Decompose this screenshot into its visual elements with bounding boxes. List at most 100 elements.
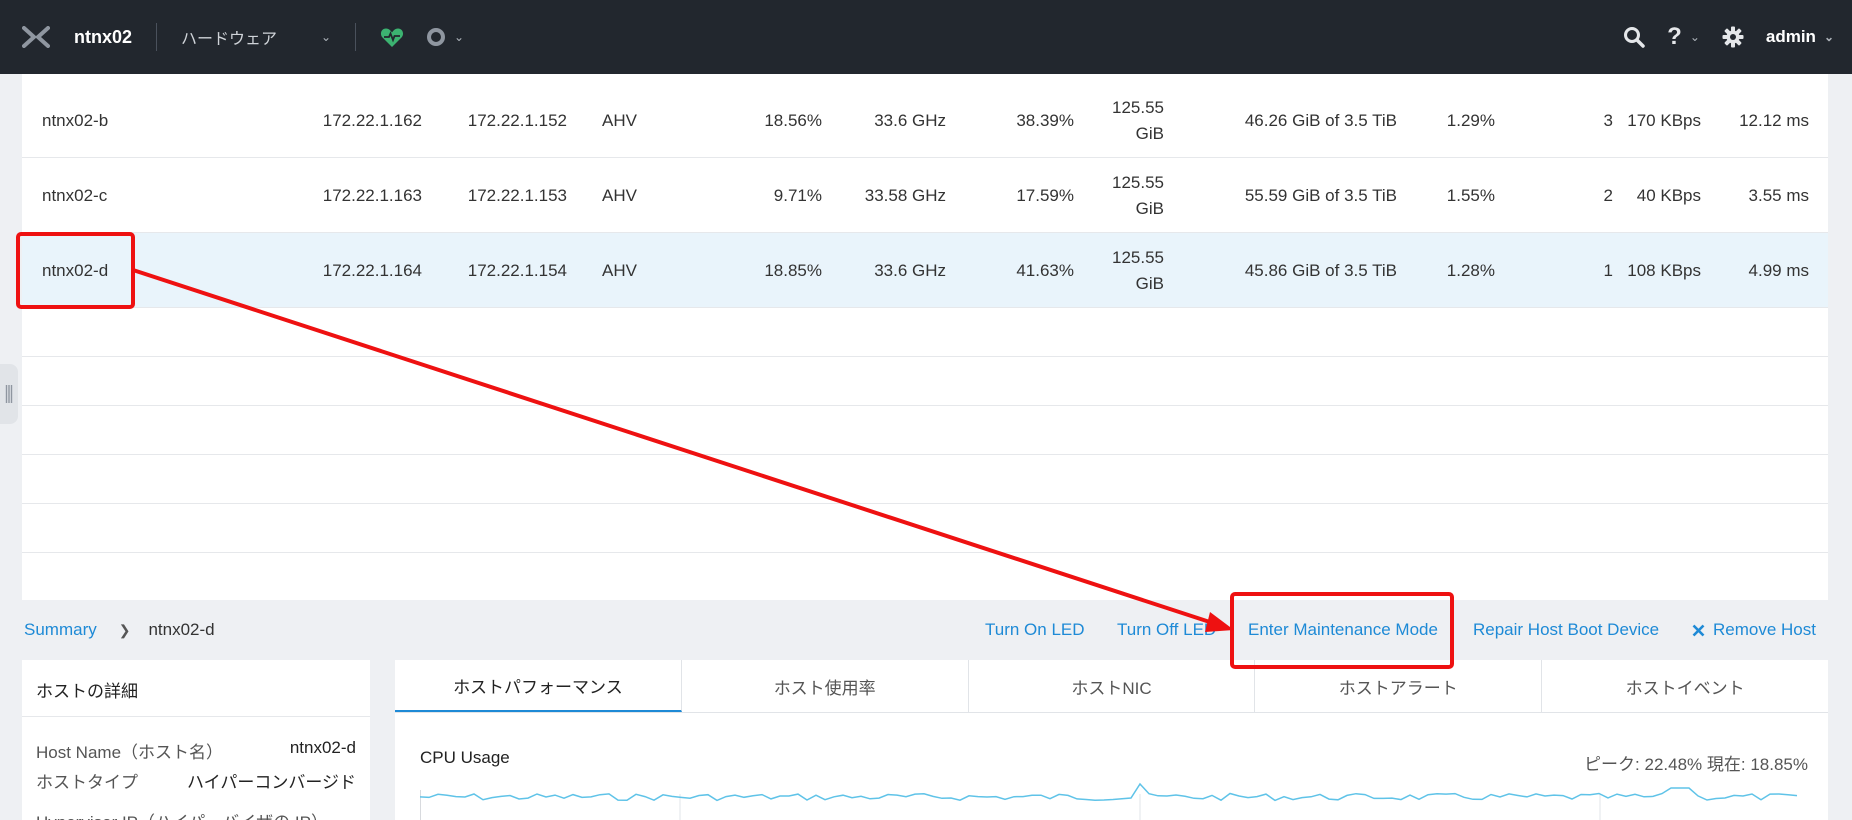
io-bandwidth-cell: 40 KBps (1636, 185, 1701, 205)
detail-row: Host Name（ホスト名） ntnx02-d (36, 738, 356, 763)
detail-key: Hypervisor IP（ハイパーバイザの IP） (36, 808, 328, 820)
cvm-ip-cell: 172.22.1.154 (467, 260, 567, 280)
storage-cell: 46.26 GiB of 3.5 TiB (1244, 110, 1397, 130)
cvm-ip-cell: 172.22.1.152 (467, 110, 567, 130)
host-name-cell[interactable]: ntnx02-c (42, 158, 107, 233)
entity-dropdown-label: ハードウェア (181, 31, 278, 48)
enter-maintenance-mode-button[interactable]: Enter Maintenance Mode (1248, 620, 1438, 640)
cvm-ip-cell: 172.22.1.153 (467, 185, 567, 205)
memory-capacity-unit: GiB (1135, 198, 1164, 218)
io-bandwidth-cell: 108 KBps (1627, 260, 1701, 280)
chevron-down-icon: ⌄ (1689, 30, 1700, 44)
table-row[interactable]: ntnx02-c 172.22.1.163 172.22.1.153 AHV 9… (22, 158, 1828, 233)
host-name-cell[interactable]: ntnx02-b (42, 83, 108, 158)
user-name: admin (1765, 27, 1816, 46)
memory-capacity-value: 125.55 (1112, 97, 1164, 117)
storage-cell: 45.86 GiB of 3.5 TiB (1244, 260, 1397, 280)
alert-status-menu[interactable]: ⌄ (426, 27, 464, 47)
help-icon: ? (1667, 23, 1682, 50)
memory-capacity-unit: GiB (1135, 123, 1164, 143)
tab-host-events[interactable]: ホストイベント (1542, 660, 1828, 712)
side-panel-handle[interactable] (0, 364, 18, 424)
repair-host-boot-device-button[interactable]: Repair Host Boot Device (1473, 620, 1659, 640)
vm-count-cell: 3 (1603, 110, 1613, 130)
chevron-down-icon: ⌄ (320, 30, 332, 44)
breadcrumb-current: ntnx02-d (148, 620, 215, 639)
detail-key: Host Name（ホスト名） (36, 743, 224, 762)
cluster-name[interactable]: ntnx02 (74, 27, 132, 48)
latency-cell: 12.12 ms (1739, 110, 1809, 130)
cpu-capacity-cell: 33.6 GHz (874, 110, 946, 130)
memory-capacity-value: 125.55 (1112, 172, 1164, 192)
turn-on-led-button[interactable]: Turn On LED (985, 620, 1085, 640)
memory-usage-cell: 17.59% (1016, 185, 1074, 205)
alert-circle-icon (427, 28, 446, 46)
cpu-usage-cell: 9.71% (773, 185, 822, 205)
empty-row (22, 308, 1828, 357)
help-menu[interactable]: ? ⌄ (1667, 23, 1700, 51)
memory-capacity-cell: 125.55 GiB (1112, 83, 1164, 158)
nutanix-logo-icon[interactable] (18, 19, 54, 55)
cpu-usage-sparkline (420, 782, 1798, 820)
tab-host-nics[interactable]: ホストNIC (969, 660, 1256, 712)
user-menu[interactable]: admin ⌄ (1766, 27, 1834, 47)
tab-host-alerts[interactable]: ホストアラート (1255, 660, 1543, 712)
cpu-capacity-cell: 33.6 GHz (874, 260, 946, 280)
detail-row: Hypervisor IP（ハイパーバイザの IP） (36, 808, 356, 820)
nav-divider (355, 23, 357, 51)
chevron-right-icon: ❯ (118, 621, 131, 638)
remove-host-label: Remove Host (1713, 620, 1816, 639)
empty-row (22, 357, 1828, 406)
detail-value: ntnx02-d (289, 738, 356, 757)
vm-count-cell: 2 (1603, 185, 1613, 205)
cpu-usage-cell: 18.56% (764, 110, 822, 130)
detail-row: ホストタイプ ハイパーコンバージド (36, 768, 356, 793)
empty-row (22, 455, 1828, 504)
hypervisor-cell: AHV (602, 185, 637, 205)
memory-capacity-value: 125.55 (1112, 247, 1164, 267)
latency-cell: 3.55 ms (1748, 185, 1809, 205)
remove-host-button[interactable]: Remove Host (1692, 620, 1816, 640)
entity-dropdown[interactable]: ハードウェア ⌄ (181, 25, 331, 49)
hypervisor-cell: AHV (602, 110, 637, 130)
tab-bar: ホストパフォーマンス ホスト使用率 ホストNIC ホストアラート ホストイベント (395, 660, 1828, 713)
gear-icon[interactable] (1722, 26, 1744, 48)
breadcrumb: Summary ❯ ntnx02-d (24, 620, 215, 640)
host-performance-panel: ホストパフォーマンス ホスト使用率 ホストNIC ホストアラート ホストイベント… (395, 660, 1828, 820)
hypervisor-ip-cell: 172.22.1.163 (322, 185, 422, 205)
io-bandwidth-cell: 170 KBps (1627, 110, 1701, 130)
vm-count-cell: 1 (1603, 260, 1613, 280)
close-icon (1692, 624, 1705, 636)
divider (22, 716, 370, 717)
memory-capacity-cell: 125.55 GiB (1112, 158, 1164, 233)
table-row-selected[interactable]: ntnx02-d 172.22.1.164 172.22.1.154 AHV 1… (22, 233, 1828, 308)
memory-usage-cell: 41.63% (1016, 260, 1074, 280)
host-details-panel: ホストの詳細 Host Name（ホスト名） ntnx02-d ホストタイプ ハ… (22, 660, 370, 820)
detail-value: ハイパーコンバージド (187, 773, 356, 792)
chevron-down-icon: ⌄ (1823, 30, 1834, 44)
cpu-capacity-cell: 33.58 GHz (864, 185, 946, 205)
memory-capacity-unit: GiB (1135, 273, 1164, 293)
nav-divider (156, 23, 158, 51)
memory-capacity-cell: 125.55 GiB (1112, 233, 1164, 308)
hosts-table: ntnx02-b 172.22.1.162 172.22.1.152 AHV 1… (22, 74, 1828, 600)
turn-off-led-button[interactable]: Turn Off LED (1117, 620, 1216, 640)
hypervisor-ip-cell: 172.22.1.162 (322, 110, 422, 130)
table-row[interactable]: ntnx02-b 172.22.1.162 172.22.1.152 AHV 1… (22, 83, 1828, 158)
breadcrumb-summary-link[interactable]: Summary (24, 620, 97, 640)
tab-host-performance[interactable]: ホストパフォーマンス (395, 660, 682, 712)
disk-usage-cell: 1.29% (1446, 110, 1495, 130)
top-right-tools: ? ⌄ admin ⌄ (1623, 0, 1834, 74)
search-icon[interactable] (1623, 26, 1645, 48)
empty-row (22, 406, 1828, 455)
drag-grip-icon (5, 385, 13, 403)
health-heart-icon[interactable] (380, 26, 404, 48)
disk-usage-cell: 1.55% (1446, 185, 1495, 205)
empty-row (22, 504, 1828, 553)
tab-host-usage[interactable]: ホスト使用率 (682, 660, 969, 712)
detail-key: ホストタイプ (36, 773, 138, 792)
host-name-cell[interactable]: ntnx02-d (42, 233, 108, 308)
disk-usage-cell: 1.28% (1446, 260, 1495, 280)
cpu-usage-series-line (420, 782, 1798, 802)
latency-cell: 4.99 ms (1748, 260, 1809, 280)
